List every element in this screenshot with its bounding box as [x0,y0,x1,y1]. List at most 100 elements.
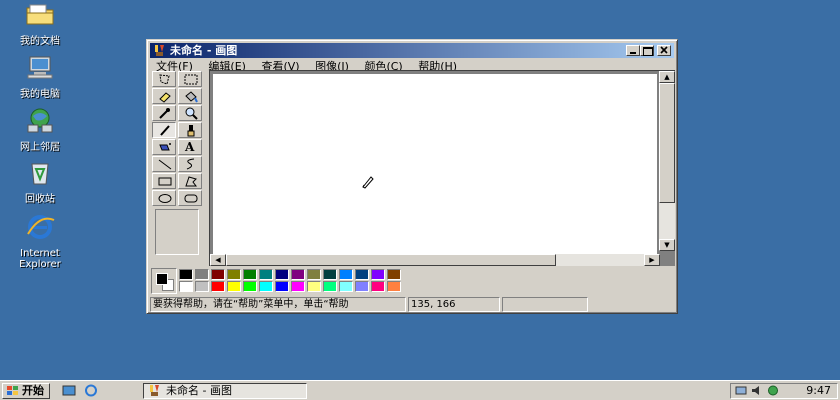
tool-curve[interactable] [178,156,202,172]
color-swatch[interactable] [371,269,385,280]
canvas-area: ▲ ▼ ◀ ▶ [209,70,675,266]
tray-network-icon[interactable] [735,385,747,396]
scroll-down-button[interactable]: ▼ [659,239,675,251]
tool-select[interactable] [178,71,202,87]
internet-explorer-icon [24,214,56,246]
desktop-icon-my-documents[interactable]: 我的文档 [8,2,72,47]
color-swatch[interactable] [179,269,193,280]
tool-pick-color[interactable] [152,105,176,121]
color-swatch[interactable] [387,269,401,280]
start-label: 开始 [22,384,44,397]
close-button[interactable] [657,45,671,56]
quicklaunch-ie-icon[interactable] [84,384,98,397]
color-swatch[interactable] [339,269,353,280]
tray-ime-icon[interactable] [767,385,779,396]
color-swatch[interactable] [243,281,257,292]
vertical-scrollbar[interactable]: ▲ ▼ [659,71,675,251]
horizontal-scrollbar[interactable]: ◀ ▶ [210,254,660,266]
tool-fill-with-color[interactable] [178,88,202,104]
select-icon [184,74,198,85]
color-swatch[interactable] [355,281,369,292]
minimize-icon [630,52,636,54]
color-swatch[interactable] [259,281,273,292]
color-swatch[interactable] [275,281,289,292]
tool-magnifier[interactable] [178,105,202,121]
status-size [502,297,588,312]
ellipse-icon [158,194,172,203]
eraser-icon [159,92,171,103]
tool-line[interactable] [152,156,176,172]
scroll-right-button[interactable]: ▶ [644,254,660,266]
desktop-icon-my-computer[interactable]: 我的电脑 [8,55,72,100]
desktop-icon-network-places[interactable]: 网上邻居 [8,108,72,153]
color-swatch[interactable] [387,281,401,292]
minimize-button[interactable] [626,45,640,56]
color-swatch[interactable] [211,281,225,292]
tool-brush[interactable] [178,122,202,138]
desktop-icon-label: Internet [20,248,60,259]
clock: 9:47 [806,384,831,397]
tool-rectangle[interactable] [152,173,176,189]
pencil-cursor-icon [362,176,374,189]
status-bar: 要获得帮助，请在“帮助”菜单中，单击“帮助 135, 166 [150,297,674,312]
my-documents-icon [24,2,56,34]
start-button[interactable]: 开始 [2,383,50,399]
scroll-up-button[interactable]: ▲ [659,71,675,83]
color-swatch[interactable] [323,281,337,292]
system-tray: 9:47 [730,383,838,399]
color-swatch[interactable] [355,269,369,280]
brush-icon [187,125,195,137]
color-swatch[interactable] [307,269,321,280]
color-swatch[interactable] [211,269,225,280]
tray-volume-icon[interactable] [751,385,763,396]
desktop-icon-label: 网上邻居 [20,142,60,153]
tool-free-form-select[interactable] [152,71,176,87]
maximize-button[interactable] [640,45,654,56]
pencil-icon [160,125,170,136]
color-swatch[interactable] [323,269,337,280]
quicklaunch-desktop-icon[interactable] [62,384,76,397]
taskbar-item-label: 未命名 - 画图 [166,384,232,397]
free-form-select-icon [159,74,170,85]
drawing-canvas[interactable] [213,74,657,254]
paint-app-icon [150,385,159,396]
tool-eraser[interactable] [152,88,176,104]
tool-rounded-rectangle[interactable] [178,190,202,206]
network-places-icon [24,108,56,140]
desktop-icon-recycle-bin[interactable]: 回收站 [8,160,72,205]
magnifier-icon [185,107,198,120]
color-swatch[interactable] [307,281,321,292]
tool-ellipse[interactable] [152,190,176,206]
color-swatch[interactable] [291,281,305,292]
color-swatch[interactable] [227,269,241,280]
eyedropper-icon [159,108,170,119]
desktop-icon-internet-explorer[interactable]: Internet Explorer [8,214,72,270]
current-colors [151,268,177,294]
maximize-icon [643,47,653,56]
color-swatch[interactable] [259,269,273,280]
horizontal-scroll-thumb[interactable] [226,254,556,266]
taskbar-item-paint[interactable]: 未命名 - 画图 [143,383,307,399]
color-swatch[interactable] [339,281,353,292]
tool-options-box[interactable] [155,209,199,255]
vertical-scroll-thumb[interactable] [659,83,675,203]
close-icon [660,46,668,54]
color-swatch[interactable] [195,281,209,292]
color-swatch[interactable] [243,269,257,280]
color-swatch[interactable] [179,281,193,292]
title-bar[interactable]: 未命名 - 画图 [150,43,674,58]
color-swatch[interactable] [371,281,385,292]
tool-airbrush[interactable] [152,139,176,155]
color-swatch[interactable] [195,269,209,280]
color-swatch[interactable] [227,281,241,292]
color-swatch[interactable] [275,269,289,280]
foreground-color-box [156,273,168,285]
status-help-text: 要获得帮助，请在“帮助”菜单中，单击“帮助 [150,297,406,312]
paint-app-icon [153,44,166,57]
scroll-left-button[interactable]: ◀ [210,254,226,266]
tool-pencil[interactable] [152,122,176,138]
color-swatch[interactable] [291,269,305,280]
tool-polygon[interactable] [178,173,202,189]
rectangle-icon [158,177,172,186]
tool-text[interactable]: A [178,139,202,155]
